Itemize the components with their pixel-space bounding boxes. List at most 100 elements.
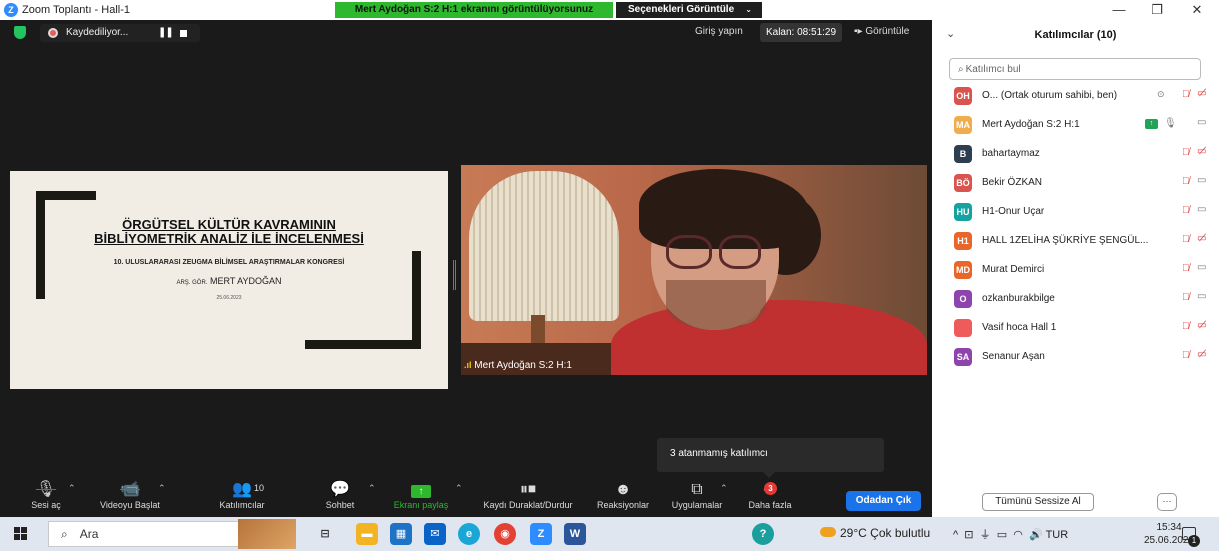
mic-muted-icon: 🎙̸ bbox=[1182, 147, 1190, 158]
mic-muted-icon: 🎙̸ bbox=[1182, 350, 1190, 361]
minimize-button[interactable]: — bbox=[1106, 2, 1132, 18]
reactions-label: Reaksiyonlar bbox=[596, 500, 650, 510]
participant-name: Murat Demirci bbox=[982, 264, 1045, 275]
zoom-app-icon: Z bbox=[4, 3, 18, 17]
participant-name: Senanur Aşan bbox=[982, 351, 1045, 362]
participants-count: 10 bbox=[254, 483, 265, 493]
audio-options-caret[interactable]: ⌃ bbox=[68, 483, 76, 494]
edge-icon[interactable]: e bbox=[458, 523, 480, 545]
lamp-shade bbox=[469, 171, 619, 321]
share-options-caret[interactable]: ⌃ bbox=[455, 483, 463, 494]
more-button[interactable]: ··· 3 Daha fazla bbox=[744, 480, 796, 517]
sign-in-link[interactable]: Giriş yapın bbox=[695, 26, 743, 37]
meeting-top-bar: Kaydediliyor... ❚❚ Giriş yapın Kalan: 08… bbox=[0, 20, 932, 46]
chevron-up-icon[interactable]: ^ bbox=[953, 529, 958, 541]
zoom-taskbar-icon[interactable]: Z bbox=[530, 523, 552, 545]
camera-off-icon: ▭̸ bbox=[1197, 88, 1207, 99]
participant-video[interactable] bbox=[461, 165, 927, 375]
pause-stop-icon: ⏸⏹ bbox=[519, 481, 536, 498]
view-layout-icon: ▪▸ bbox=[854, 26, 863, 37]
host-icon: ⊙ bbox=[1157, 89, 1165, 99]
battery-icon[interactable]: ▭ bbox=[994, 529, 1007, 541]
mic-muted-icon: 🎙̸ bbox=[1182, 321, 1190, 332]
participant-row[interactable]: MA Mert Aydoğan S:2 H:1 ↑ 🎙 ▭ bbox=[932, 113, 1219, 141]
chat-options-caret[interactable]: ⌃ bbox=[368, 483, 376, 494]
slide-date: 25.06.2023 bbox=[216, 295, 242, 301]
avatar: HU bbox=[954, 203, 972, 221]
participants-panel: ⌄ Katılımcılar (10) ⌕ Katılımcı bul OH O.… bbox=[932, 20, 1219, 517]
unmute-button[interactable]: 🎙 Sesi aç bbox=[28, 480, 64, 517]
speaker-icon[interactable]: 🔊 bbox=[1026, 529, 1043, 541]
search-highlight-image[interactable] bbox=[238, 519, 296, 549]
panel-more-button[interactable]: ··· bbox=[1157, 493, 1177, 511]
microphone-muted-icon: 🎙 bbox=[35, 481, 57, 498]
leave-room-button[interactable]: Odadan Çık bbox=[846, 491, 921, 511]
time-remaining: Kalan: 08:51:29 bbox=[760, 23, 842, 42]
security-shield-icon[interactable] bbox=[14, 26, 26, 39]
chat-button[interactable]: 💬 Sohbet bbox=[318, 480, 362, 517]
participant-name: bahartaymaz bbox=[982, 148, 1040, 159]
share-screen-button[interactable]: ↑ Ekranı paylaş bbox=[389, 480, 453, 517]
network-icon[interactable]: ⊡ bbox=[961, 529, 973, 541]
close-button[interactable]: ✕ bbox=[1184, 2, 1210, 18]
mute-all-button[interactable]: Tümünü Sessize Al bbox=[982, 493, 1094, 511]
pause-stop-recording-button[interactable]: ⏸⏹ Kaydı Duraklat/Durdur bbox=[472, 480, 584, 517]
view-options-label: Seçenekleri Görüntüle bbox=[628, 4, 735, 15]
store-icon[interactable]: ▦ bbox=[390, 523, 412, 545]
signal-bars-icon: .ıl bbox=[464, 360, 472, 370]
taskbar-search-input[interactable]: ⌕ Ara bbox=[48, 521, 258, 547]
participants-button[interactable]: 👥 10 Katılımcılar bbox=[210, 480, 274, 517]
participant-search-input[interactable]: ⌕ Katılımcı bul bbox=[949, 58, 1201, 80]
slide-author: ARŞ. GÖR. MERT AYDOĞAN bbox=[10, 276, 448, 286]
mic-muted-icon: 🎙̸ bbox=[1182, 263, 1190, 274]
windows-start-icon[interactable] bbox=[14, 527, 28, 541]
start-video-label: Videoyu Başlat bbox=[100, 500, 160, 510]
usb-icon[interactable]: ⏚ bbox=[977, 529, 991, 541]
share-screen-label: Ekranı paylaş bbox=[393, 500, 449, 510]
split-view-handle[interactable] bbox=[453, 260, 456, 290]
view-button[interactable]: ▪▸ Görüntüle bbox=[854, 26, 909, 37]
mic-muted-icon: 🎙̸ bbox=[1182, 205, 1190, 216]
participant-row[interactable]: H1 HALL 1ZELİHA ŞÜKRİYE ŞENGÜL... 🎙̸ ▭̸ bbox=[932, 229, 1219, 257]
shared-slide: ÖRGÜTSEL KÜLTÜR KAVRAMININ BİBLİYOMETRİK… bbox=[10, 171, 448, 389]
pause-recording-icon[interactable]: ❚❚ bbox=[158, 27, 174, 38]
stop-recording-icon[interactable] bbox=[180, 30, 187, 37]
wifi-icon[interactable]: ◠ bbox=[1010, 529, 1023, 541]
mail-icon[interactable]: ✉ bbox=[424, 523, 446, 545]
video-options-caret[interactable]: ⌃ bbox=[158, 483, 166, 494]
participant-row[interactable]: BÖ Bekir ÖZKAN 🎙̸ ▭ bbox=[932, 171, 1219, 199]
participants-icon: 👥 bbox=[232, 481, 252, 498]
apps-label: Uygulamalar bbox=[671, 500, 723, 510]
slide-title-line2: BİBLİYOMETRİK ANALİZ İLE İNCELENMESİ bbox=[94, 231, 364, 246]
participant-row[interactable]: OH O... (Ortak oturum sahibi, ben) ⊙ 🎙̸ … bbox=[932, 84, 1219, 112]
weather-text: 29°C Çok bulutlu bbox=[840, 526, 931, 540]
app-help-icon[interactable]: ? bbox=[752, 523, 774, 545]
chevron-down-icon: ⌄ bbox=[745, 5, 752, 14]
participant-row[interactable]: O ozkanburakbilge 🎙̸ ▭ bbox=[932, 287, 1219, 315]
apps-button[interactable]: ⧉ Uygulamalar bbox=[666, 480, 728, 517]
mic-on-icon: 🎙 bbox=[1164, 118, 1177, 129]
chrome-icon[interactable]: ◉ bbox=[494, 523, 516, 545]
participant-row[interactable]: SA Senanur Aşan 🎙̸ ▭̸ bbox=[932, 345, 1219, 373]
participant-row[interactable]: B bahartaymaz 🎙̸ ▭̸ bbox=[932, 142, 1219, 170]
participant-name: Bekir ÖZKAN bbox=[982, 177, 1043, 188]
weather-widget[interactable]: 29°C Çok bulutlu bbox=[820, 526, 930, 540]
tooltip-text: 3 atanmamış katılımcı bbox=[670, 448, 768, 459]
apps-options-caret[interactable]: ⌃ bbox=[720, 483, 728, 494]
participant-row[interactable]: HU H1-Onur Uçar 🎙̸ ▭ bbox=[932, 200, 1219, 228]
participant-row[interactable]: MD Murat Demirci 🎙̸ ▭ bbox=[932, 258, 1219, 286]
word-icon[interactable]: W bbox=[564, 523, 586, 545]
task-view-icon[interactable]: ⊟ bbox=[314, 523, 336, 545]
camera-on-icon: ▭ bbox=[1197, 291, 1207, 302]
recording-indicator: Kaydediliyor... ❚❚ bbox=[40, 24, 200, 42]
camera-on-icon: ▭ bbox=[1197, 204, 1207, 215]
notification-count: 1 bbox=[1188, 535, 1200, 547]
file-explorer-icon[interactable]: ▬ bbox=[356, 523, 378, 545]
view-options-dropdown[interactable]: Seçenekleri Görüntüle ⌄ bbox=[616, 2, 762, 18]
unassigned-tooltip: 3 atanmamış katılımcı bbox=[657, 438, 884, 478]
restore-button[interactable]: ❐ bbox=[1144, 2, 1170, 18]
reactions-button[interactable]: ☻ Reaksiyonlar bbox=[592, 480, 654, 517]
mic-muted-icon: 🎙̸ bbox=[1182, 234, 1190, 245]
language-indicator[interactable]: TUR bbox=[1046, 529, 1069, 541]
participant-row[interactable]: Vasif hoca Hall 1 🎙̸ ▭̸ bbox=[932, 316, 1219, 344]
